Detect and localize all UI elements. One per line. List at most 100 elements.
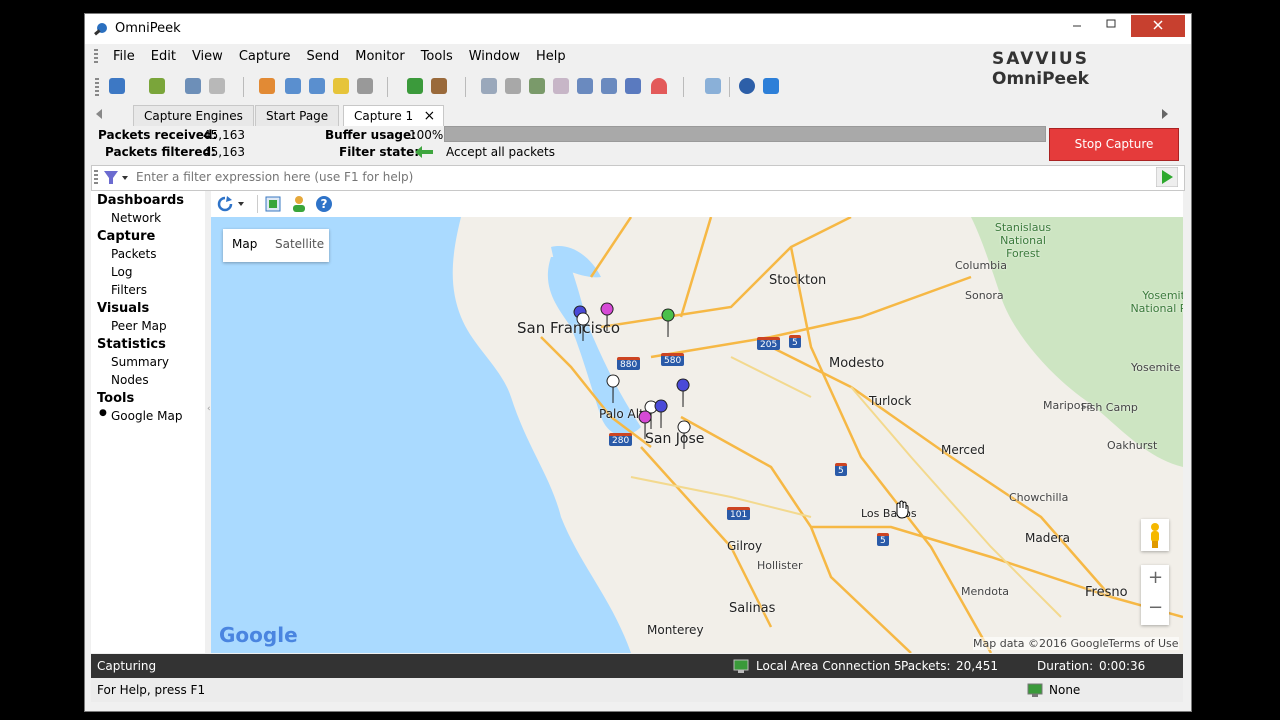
menu-items: File Edit View Capture Send Monitor Tools Windo… bbox=[105, 45, 574, 69]
hand-cursor-icon bbox=[896, 500, 909, 519]
tab-capture-engines[interactable]: Capture Engines bbox=[133, 105, 254, 126]
place-label: Fresno bbox=[1085, 585, 1128, 600]
splitter-handle[interactable]: ‹ bbox=[207, 404, 211, 418]
close-icon bbox=[1153, 20, 1163, 30]
place-label: Mendota bbox=[961, 585, 1009, 598]
tab-close-icon[interactable]: × bbox=[423, 106, 435, 126]
place-label: Stanislaus National Forest bbox=[994, 221, 1052, 260]
whats-this-icon[interactable] bbox=[763, 78, 779, 94]
tab-strip: Capture Engines Start Page Capture 1 × bbox=[85, 103, 1191, 126]
help-icon[interactable]: ? bbox=[315, 195, 333, 213]
open-icon[interactable] bbox=[149, 78, 165, 94]
map-attribution: Map data ©2016 Google bbox=[973, 637, 1110, 650]
sidebar-item-nodes[interactable]: Nodes bbox=[111, 373, 149, 387]
place-label: San Francisco bbox=[517, 319, 621, 337]
help-icon[interactable] bbox=[739, 78, 755, 94]
highway-shield: 205 bbox=[757, 337, 781, 350]
route-icon[interactable] bbox=[505, 78, 521, 94]
packets-filtered-label: Packets filtered: bbox=[105, 145, 216, 159]
menu-edit[interactable]: Edit bbox=[143, 45, 184, 69]
filter-expression-input[interactable] bbox=[134, 169, 1148, 185]
toolbar-separator bbox=[465, 77, 466, 97]
menu-capture[interactable]: Capture bbox=[231, 45, 299, 69]
sidebar-item-google-map[interactable]: Google Map bbox=[111, 409, 182, 423]
filter-state-label: Filter state: bbox=[339, 145, 420, 159]
toolbar-separator bbox=[683, 77, 684, 97]
place-label: Oakhurst bbox=[1107, 439, 1158, 452]
pegman-icon bbox=[1151, 523, 1159, 548]
brand-savvius: SAVVIUS bbox=[992, 49, 1089, 69]
packet-icon[interactable] bbox=[259, 78, 275, 94]
apply-filter-icon[interactable] bbox=[1156, 167, 1178, 187]
menu-grip[interactable] bbox=[94, 49, 98, 65]
selected-bullet-icon: ● bbox=[99, 408, 107, 418]
filter-bar bbox=[91, 165, 1185, 191]
close-button[interactable] bbox=[1131, 15, 1185, 37]
wireless-icon[interactable] bbox=[651, 78, 667, 94]
sidebar-item-summary[interactable]: Summary bbox=[111, 355, 169, 369]
menu-bar: File Edit View Capture Send Monitor Tools Windo… bbox=[85, 45, 1191, 89]
print-icon[interactable] bbox=[209, 78, 225, 94]
zoom-out-button[interactable]: − bbox=[1148, 597, 1163, 618]
menu-send[interactable]: Send bbox=[299, 45, 348, 69]
menu-tools[interactable]: Tools bbox=[413, 45, 461, 69]
place-label: Gilroy bbox=[727, 539, 763, 553]
search-icon[interactable] bbox=[109, 78, 125, 94]
tab-scroll-left-icon[interactable] bbox=[95, 109, 103, 119]
tab-capture-1[interactable]: Capture 1 × bbox=[343, 105, 445, 126]
user-icon[interactable] bbox=[291, 195, 307, 213]
sidebar-item-peer-map[interactable]: Peer Map bbox=[111, 319, 167, 333]
filter-icon[interactable] bbox=[285, 78, 301, 94]
minimize-button[interactable] bbox=[1063, 15, 1091, 37]
chart-icon[interactable] bbox=[601, 78, 617, 94]
map-canvas[interactable]: Map Satellite San Francisco Stockton Modes… bbox=[211, 217, 1183, 653]
stop-capture-icon[interactable] bbox=[431, 78, 447, 94]
menu-help[interactable]: Help bbox=[528, 45, 574, 69]
network-icon[interactable] bbox=[481, 78, 497, 94]
map-type-satellite-button[interactable]: Satellite bbox=[275, 237, 324, 251]
sidebar-section-tools: Tools bbox=[97, 391, 135, 406]
sigma-icon[interactable] bbox=[577, 78, 593, 94]
connection-status: None bbox=[1049, 683, 1081, 697]
toolbar-separator bbox=[243, 77, 244, 97]
packets-received-label: Packets received: bbox=[98, 128, 218, 142]
probe-icon[interactable] bbox=[625, 78, 641, 94]
menu-file[interactable]: File bbox=[105, 45, 143, 69]
tab-scroll-right-icon[interactable] bbox=[1161, 109, 1169, 119]
highway-shield: 101 bbox=[727, 507, 751, 520]
menu-window[interactable]: Window bbox=[461, 45, 528, 69]
filter-funnel-icon[interactable] bbox=[104, 170, 130, 186]
menu-view[interactable]: View bbox=[184, 45, 231, 69]
globe-icon[interactable] bbox=[553, 78, 569, 94]
sidebar-item-packets[interactable]: Packets bbox=[111, 247, 157, 261]
help-hint: For Help, press F1 bbox=[97, 683, 206, 697]
zoom-in-button[interactable]: + bbox=[1148, 567, 1163, 588]
sidebar-item-network[interactable]: Network bbox=[111, 211, 161, 225]
refresh-icon[interactable] bbox=[217, 196, 247, 212]
sidebar-item-log[interactable]: Log bbox=[111, 265, 132, 279]
street-view-pegman[interactable] bbox=[1141, 519, 1169, 551]
buffer-usage-bar bbox=[444, 126, 1046, 142]
place-label: Merced bbox=[941, 443, 986, 457]
place-label: Hollister bbox=[757, 559, 803, 572]
sidebar-item-filters[interactable]: Filters bbox=[111, 283, 147, 297]
menu-monitor[interactable]: Monitor bbox=[347, 45, 412, 69]
decode-icon[interactable] bbox=[309, 78, 325, 94]
place-label: Palo Alto bbox=[599, 407, 652, 421]
map-settings-icon[interactable] bbox=[265, 196, 281, 212]
alarm-icon[interactable] bbox=[333, 78, 349, 94]
maximize-button[interactable] bbox=[1097, 15, 1125, 37]
terms-of-use-link[interactable]: Terms of Use bbox=[1108, 637, 1179, 650]
tab-start-page[interactable]: Start Page bbox=[255, 105, 340, 126]
filter-grip[interactable] bbox=[94, 170, 98, 186]
save-icon[interactable] bbox=[185, 78, 201, 94]
toolbar-grip[interactable] bbox=[95, 78, 99, 96]
start-capture-icon[interactable] bbox=[407, 78, 423, 94]
arrow-left-icon bbox=[415, 146, 433, 158]
stop-capture-button[interactable]: Stop Capture bbox=[1049, 128, 1179, 161]
trigger-icon[interactable] bbox=[357, 78, 373, 94]
settings-icon[interactable] bbox=[705, 78, 721, 94]
status-duration-value: 0:00:36 bbox=[1099, 659, 1146, 673]
map-type-map-button[interactable]: Map bbox=[232, 237, 257, 251]
peer-icon[interactable] bbox=[529, 78, 545, 94]
